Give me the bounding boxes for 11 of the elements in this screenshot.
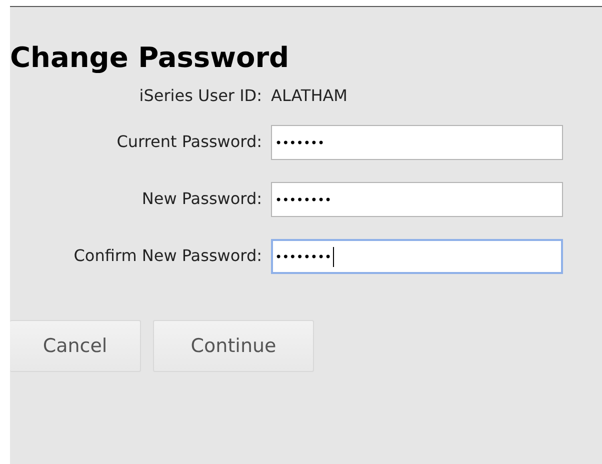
cancel-button[interactable]: Cancel (10, 320, 141, 372)
user-id-value: ALATHAM (271, 85, 348, 107)
password-field[interactable]: •••••••• (271, 182, 563, 217)
page-title: Change Password (10, 40, 290, 75)
field-label: Current Password: (116, 131, 262, 153)
field-label: New Password: (140, 188, 262, 210)
continue-button[interactable]: Continue (153, 320, 314, 372)
field-label: Confirm New Password: (72, 245, 262, 267)
password-field[interactable]: •••••••• (271, 239, 563, 274)
password-field[interactable]: ••••••• (271, 125, 563, 160)
field-label: iSeries User ID: (138, 85, 262, 107)
